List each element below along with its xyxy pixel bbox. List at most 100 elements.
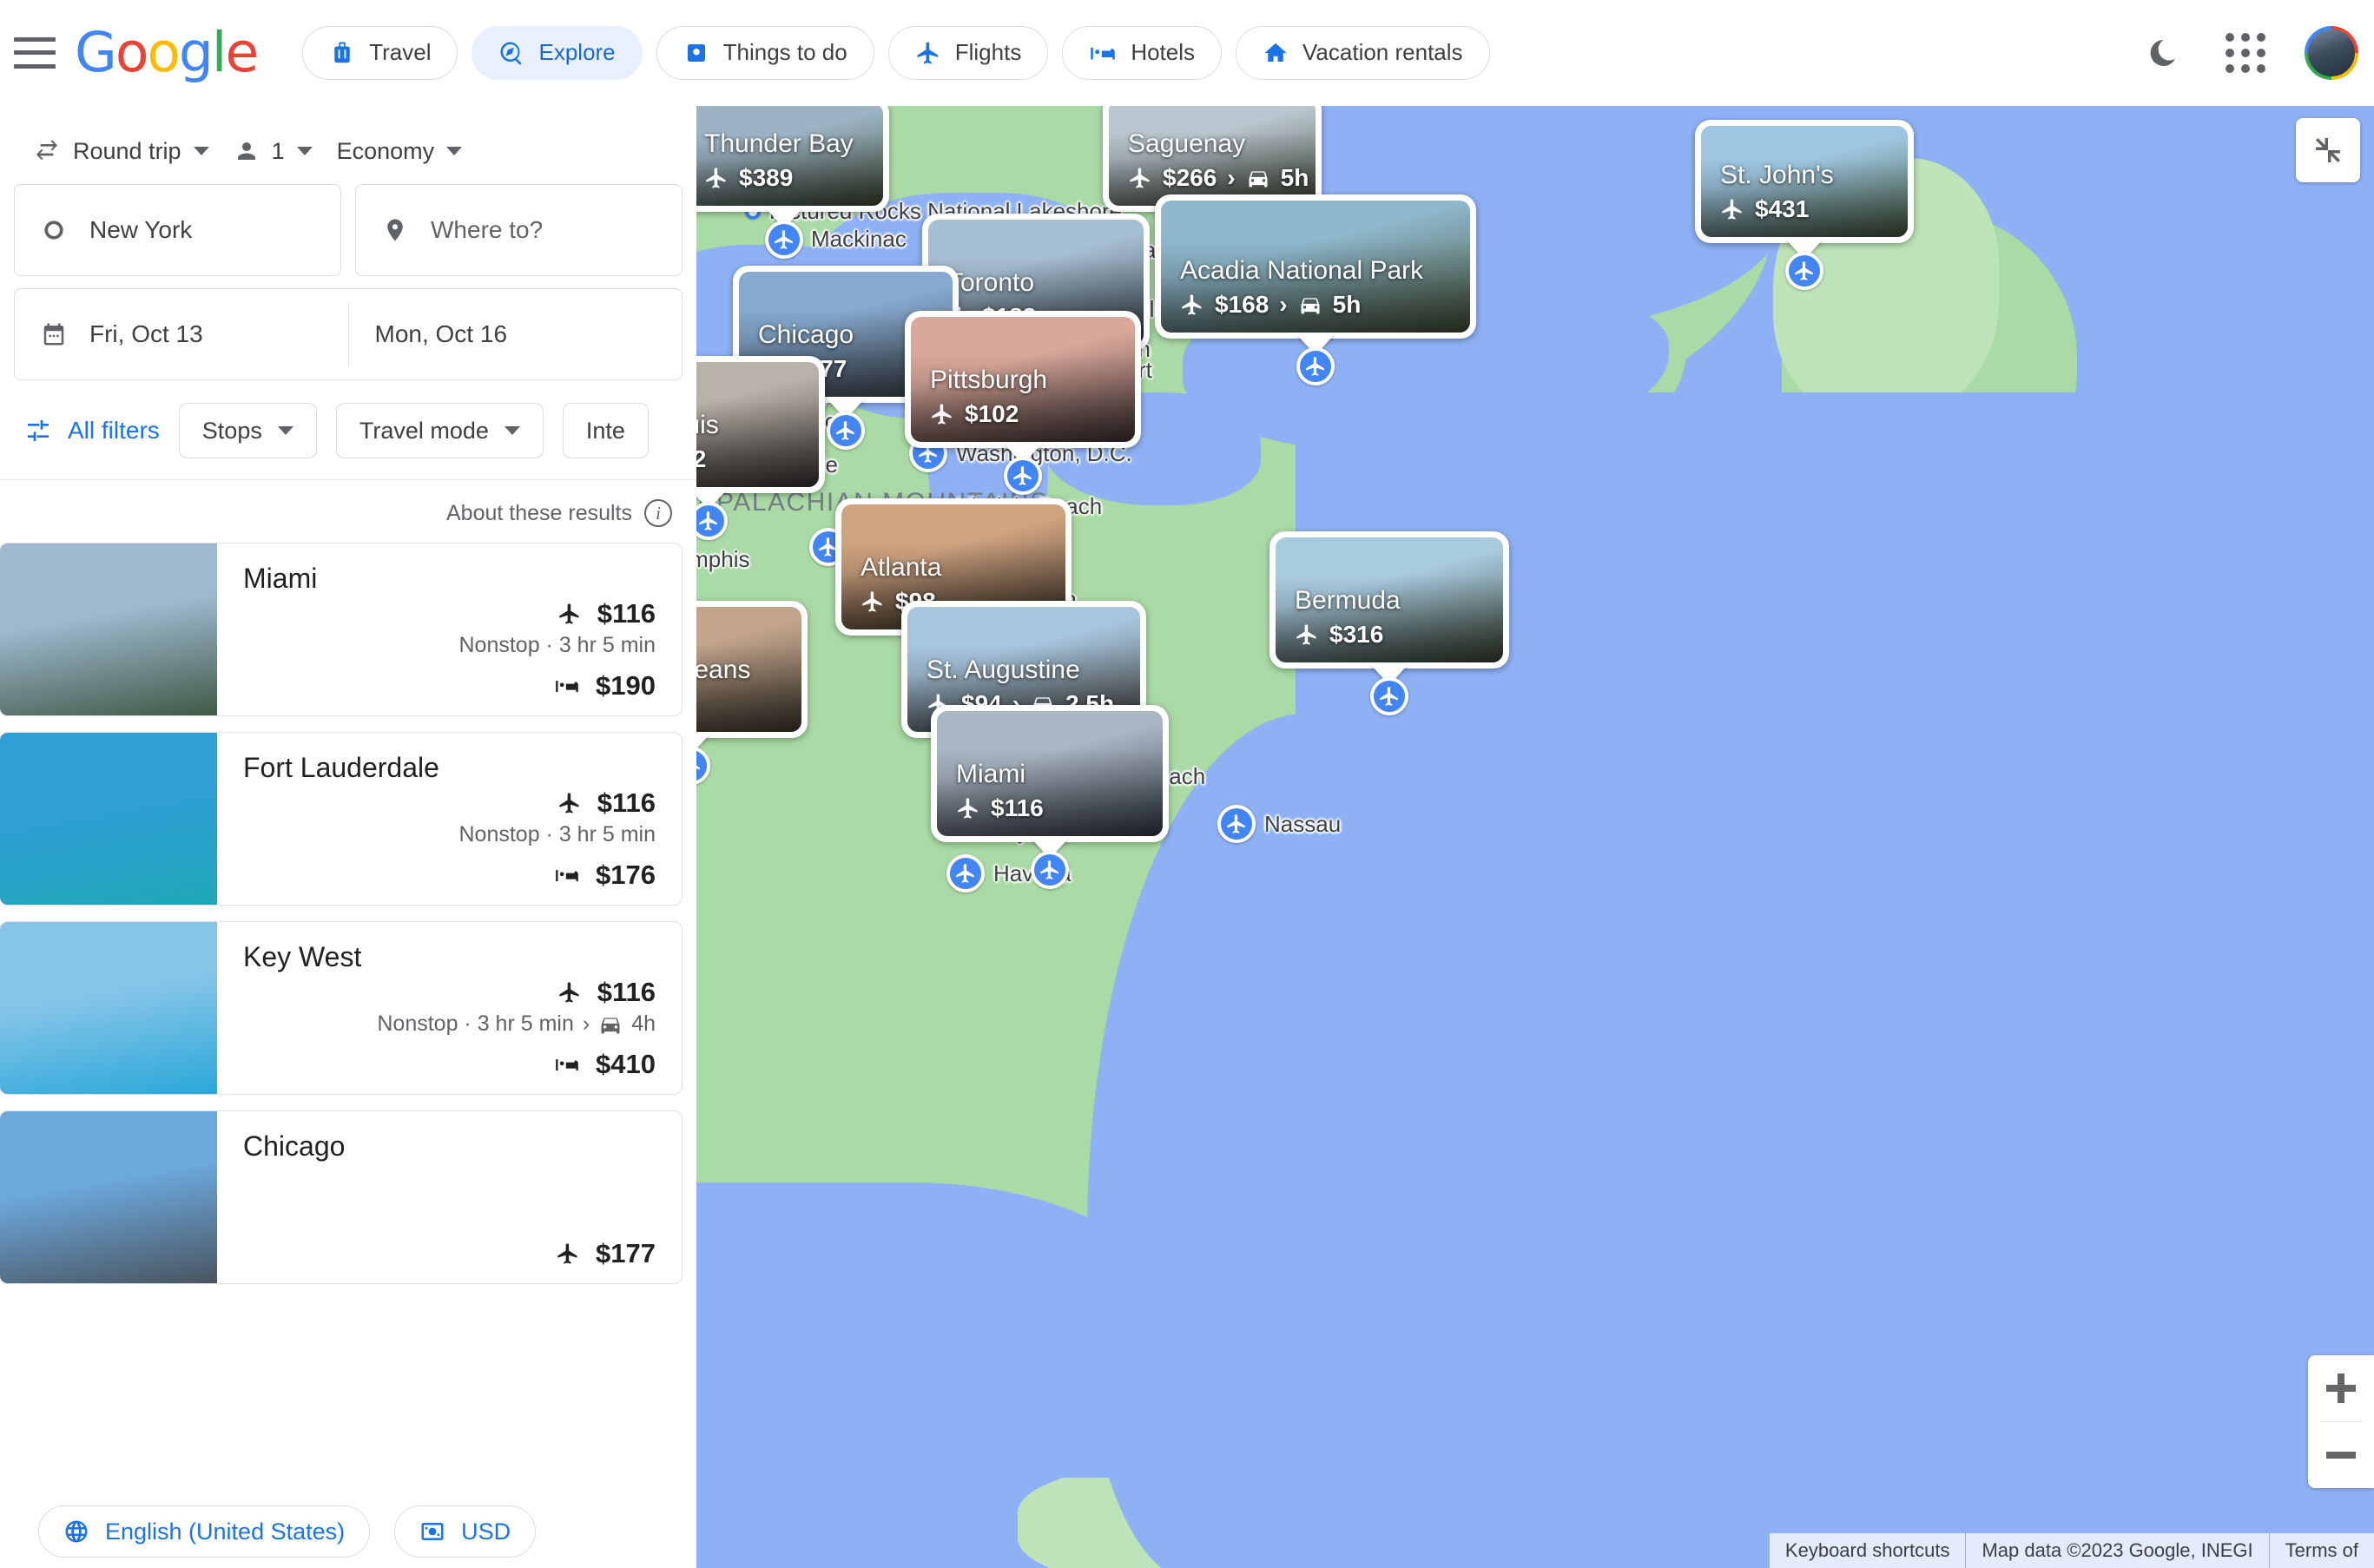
map-destination-card[interactable]: St. Louis $272 (696, 356, 825, 540)
trip-type-selector[interactable]: Round trip (21, 128, 221, 174)
result-hotel-price-value: $176 (596, 860, 656, 890)
map-card-photo: Saguenay $266 › 5h (1109, 106, 1316, 206)
map-card-price: $389 (704, 164, 864, 192)
map-place-label[interactable]: Nassau (1217, 805, 1341, 843)
map-card-flight-price: $431 (1755, 195, 1810, 222)
info-icon: i (644, 499, 672, 527)
chevron-down-icon (193, 147, 209, 155)
result-flight-detail: Nonstop · 3 hr 5 min (243, 633, 656, 658)
minus-icon (2326, 1440, 2356, 1470)
map-card-price: $233 (696, 690, 782, 718)
map-card-photo: St. Louis $272 (696, 362, 819, 487)
departure-date[interactable]: Fri, Oct 13 (15, 289, 348, 379)
airport-marker-icon[interactable] (827, 412, 865, 450)
nav-things-to-do[interactable]: Things to do (656, 25, 874, 80)
map-card-price: $266 › 5h (1128, 164, 1309, 192)
destination-result-card[interactable]: Miami $116 Nonstop · 3 hr 5 min $190 (0, 543, 683, 716)
result-flight-price: $116 (243, 787, 656, 819)
destination-result-card[interactable]: Fort Lauderdale $116 Nonstop · 3 hr 5 mi… (0, 732, 683, 906)
origin-input[interactable]: New York (14, 184, 341, 276)
zoom-out-button[interactable] (2308, 1422, 2374, 1488)
nav-flights[interactable]: Flights (887, 25, 1049, 80)
chevron-down-icon (296, 147, 313, 155)
map-card-city: New Orleans (696, 655, 751, 684)
chevron-down-icon (277, 426, 293, 435)
language-label: English (United States) (105, 1518, 346, 1545)
airport-marker-icon[interactable] (1785, 252, 1823, 290)
destination-thumbnail (0, 544, 217, 715)
nav-explore[interactable]: Explore (472, 25, 643, 80)
keyboard-shortcuts-link[interactable]: Keyboard shortcuts (1769, 1533, 1966, 1568)
google-logo[interactable]: Google (75, 25, 259, 80)
nav-vacation-rentals-label: Vacation rentals (1302, 39, 1463, 65)
map-card-flight-price: $116 (991, 794, 1044, 821)
all-filters-button[interactable]: All filters (24, 417, 160, 445)
nav-explore-label: Explore (538, 39, 616, 65)
nav-vacation-rentals[interactable]: Vacation rentals (1236, 25, 1490, 80)
map-card-flight-price: $316 (1329, 621, 1384, 648)
departure-date-value: Fri, Oct 13 (89, 320, 203, 347)
nav-hotels-label: Hotels (1131, 39, 1196, 65)
nav-hotels[interactable]: Hotels (1062, 25, 1223, 80)
result-flight-price: $177 (243, 1238, 656, 1269)
map-place-label[interactable]: Memphis (696, 540, 749, 578)
filter-chip-stops[interactable]: Stops (178, 403, 317, 458)
explore-map[interactable]: APPALACHIAN MOUNTAINS Pictured Rocks Nat… (696, 106, 2374, 1568)
map-destination-card[interactable]: New Orleans $233 (696, 601, 808, 785)
filter-chip-interests-label: Inte (585, 417, 625, 444)
destination-result-card[interactable]: Key West $116 Nonstop · 3 hr 5 min › 4h … (0, 921, 683, 1095)
map-place-label[interactable]: Mackinac (787, 226, 907, 253)
nav-travel[interactable]: Travel (302, 25, 458, 80)
exit-fullscreen-button[interactable] (2296, 118, 2360, 182)
airplane-icon (557, 791, 582, 815)
google-apps-button[interactable] (2221, 29, 2270, 77)
airport-marker-icon[interactable] (1004, 457, 1042, 495)
airplane-icon (1720, 197, 1744, 221)
currency-button[interactable]: USD (394, 1505, 537, 1558)
airport-marker-icon[interactable] (1031, 851, 1069, 889)
passengers-selector[interactable]: 1 (221, 129, 325, 174)
language-button[interactable]: English (United States) (38, 1505, 371, 1558)
map-zoom-controls (2308, 1355, 2374, 1488)
map-destination-card[interactable]: Miami $116 (931, 705, 1169, 889)
map-destination-card[interactable]: Thunder Bay $389 (696, 106, 889, 259)
cabin-class-selector[interactable]: Economy (325, 129, 475, 174)
result-hotel-price: $410 (243, 1049, 656, 1080)
map-card-photo: St. John's $431 (1701, 126, 1908, 237)
account-avatar[interactable] (2305, 26, 2358, 80)
destination-input[interactable]: Where to? (355, 184, 683, 276)
filter-chip-stops-label: Stops (201, 417, 262, 444)
zoom-in-button[interactable] (2308, 1355, 2374, 1421)
about-these-results-label: About these results (445, 500, 632, 525)
passengers-count: 1 (271, 137, 285, 164)
airplane-icon (556, 1242, 580, 1266)
moon-icon (2150, 39, 2175, 66)
destination-result-card[interactable]: Chicago $177 (0, 1110, 683, 1284)
main-menu-button[interactable] (14, 36, 56, 69)
result-city-name: Miami (243, 563, 318, 594)
currency-label: USD (461, 1518, 511, 1545)
filter-chip-interests[interactable]: Inte (562, 403, 649, 458)
airport-marker-icon[interactable] (1370, 677, 1408, 715)
map-card-city: Saguenay (1128, 128, 1246, 158)
airport-marker-icon[interactable] (1296, 347, 1335, 385)
map-destination-card[interactable]: St. John's $431 (1695, 120, 1914, 290)
menu-line (14, 63, 56, 69)
map-destination-card[interactable]: Pittsburgh $102 (905, 311, 1141, 495)
origin-value: New York (89, 216, 193, 243)
about-these-results[interactable]: About these results i (0, 480, 696, 543)
airplane-icon (557, 980, 582, 1005)
map-place-label-text: Mackinac (811, 226, 907, 252)
map-card-price: $316 (1295, 621, 1484, 649)
nav-flights-label: Flights (954, 39, 1022, 65)
filter-chip-travel-mode[interactable]: Travel mode (335, 403, 544, 458)
map-destination-card[interactable]: Bermuda $316 (1269, 531, 1509, 715)
result-flight-price-value: $116 (597, 598, 656, 629)
map-destination-card[interactable]: Acadia National Park $168 › 5h (1155, 194, 1476, 385)
dark-mode-toggle[interactable] (2138, 29, 2186, 77)
return-date[interactable]: Mon, Oct 16 (349, 289, 683, 379)
map-card-price: $168 › 5h (1180, 291, 1451, 319)
map-place-label-text: Nassau (1264, 810, 1342, 837)
airport-marker-icon[interactable] (765, 221, 803, 259)
terms-link[interactable]: Terms of (2268, 1533, 2374, 1568)
